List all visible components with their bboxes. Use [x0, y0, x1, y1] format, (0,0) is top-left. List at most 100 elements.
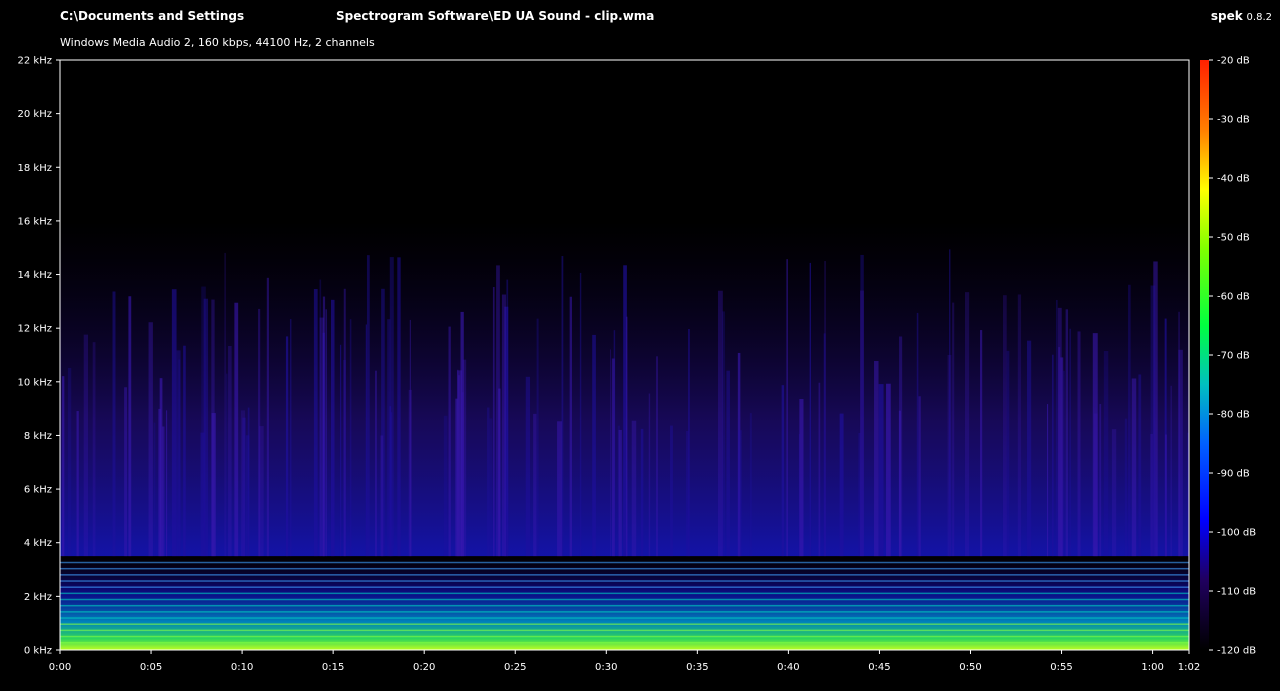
spectrum-streak — [1047, 404, 1049, 557]
spectrum-streak — [557, 421, 562, 557]
spectrum-streak — [579, 272, 582, 557]
spectrum-streak — [749, 413, 752, 557]
harmonic-line — [60, 592, 1189, 595]
spectrum-streak — [1065, 309, 1069, 557]
spectrum-streak — [313, 289, 318, 557]
y-tick-label: 12 kHz — [18, 324, 52, 335]
x-tick-label: 0:20 — [413, 662, 435, 673]
spectrum-streak — [443, 415, 448, 557]
x-tick-label: 1:02 — [1178, 662, 1200, 673]
x-tick-label: 0:05 — [140, 662, 162, 673]
spectrum-streak — [487, 407, 490, 557]
spectrum-streak — [1026, 340, 1032, 557]
spectrum-streak — [878, 384, 884, 557]
colorbar-tick-label: -50 dB — [1217, 233, 1250, 244]
x-tick-label: 0:35 — [686, 662, 708, 673]
spectrum-streak — [1165, 434, 1167, 557]
spectrum-streak — [1131, 378, 1137, 557]
spectrum-streak — [859, 290, 864, 557]
spectrum-streak — [1006, 350, 1010, 557]
y-tick-label: 4 kHz — [24, 538, 52, 549]
spectrum-streak — [380, 435, 384, 557]
spectrum-streak — [648, 393, 651, 557]
spectrum-streak — [148, 322, 153, 557]
spectrum-streak — [1150, 433, 1153, 557]
colorbar-tick-label: -100 dB — [1217, 528, 1256, 539]
spectrum-streak — [339, 344, 342, 557]
spectrum-streak — [258, 308, 261, 557]
spectrum-streak — [640, 428, 644, 557]
colorbar-tick-label: -110 dB — [1217, 587, 1256, 598]
spectrum-streak — [786, 259, 788, 557]
harmonic-line — [60, 561, 1189, 564]
spectrum-streak — [818, 382, 821, 557]
x-tick-label: 0:50 — [959, 662, 981, 673]
spectrum-streak — [874, 361, 879, 557]
spectrum-streak — [1099, 403, 1102, 557]
spectrum-streak — [289, 319, 292, 557]
spectrum-streak — [1093, 413, 1098, 557]
spectrogram-plot-area — [59, 59, 1190, 651]
spectrum-streak — [112, 291, 116, 557]
spectrum-streak — [330, 299, 335, 557]
spectrum-streak — [1069, 328, 1071, 557]
x-tick-label: 0:45 — [868, 662, 890, 673]
spectrum-streak — [781, 385, 785, 557]
spectrum-streak — [610, 349, 612, 557]
spectrum-streak — [325, 309, 328, 557]
spectrum-streak — [409, 319, 412, 557]
y-tick-label: 6 kHz — [24, 485, 52, 496]
y-tick-label: 0 kHz — [24, 646, 52, 657]
colorbar-tick-label: -60 dB — [1217, 292, 1250, 303]
spectrum-streak — [489, 418, 493, 557]
spectrum-streak — [228, 345, 232, 557]
spectrum-streak — [76, 411, 79, 557]
spectrum-streak — [501, 294, 507, 557]
spectrum-streak — [899, 336, 903, 557]
x-tick-label: 0:00 — [49, 662, 71, 673]
spectrum-streak — [839, 413, 844, 557]
spectrum-streak — [952, 302, 955, 557]
spectrum-streak — [569, 296, 572, 557]
harmonic-line — [60, 641, 1189, 644]
spectrum-streak — [343, 288, 346, 557]
spectrum-streak — [266, 277, 269, 557]
spectrum-streak — [611, 358, 615, 557]
spectrum-streak — [592, 334, 596, 557]
x-tick-label: 0:15 — [322, 662, 344, 673]
spectrum-streak — [631, 420, 637, 557]
spectrum-streak — [83, 334, 89, 557]
colorbar-tick-label: -70 dB — [1217, 351, 1250, 362]
harmonic-line — [60, 629, 1189, 632]
spectrum-streak — [1111, 429, 1117, 557]
spectrum-streak — [738, 430, 742, 557]
colorbar-tick-label: -120 dB — [1217, 646, 1256, 657]
harmonic-line — [60, 574, 1189, 576]
y-tick-label: 18 kHz — [18, 163, 52, 174]
spectrum-streak — [536, 318, 539, 557]
spectrum-streak — [176, 350, 181, 557]
spectrum-streak — [670, 425, 673, 557]
spectrum-streak — [948, 249, 951, 557]
spectrum-streak — [226, 373, 228, 557]
spectrum-streak — [1077, 331, 1081, 557]
spectrum-streak — [365, 324, 367, 557]
spectrum-streak — [1002, 295, 1007, 557]
spectrum-streak — [1187, 432, 1189, 557]
spectrum-streak — [366, 255, 370, 557]
harmonic-line — [60, 580, 1189, 582]
spectrum-streak — [1062, 370, 1065, 557]
spectrum-streak — [397, 257, 401, 557]
harmonic-line — [60, 617, 1189, 619]
spectrum-streak — [809, 262, 812, 557]
spectrum-streak — [625, 316, 628, 557]
spectrum-streak — [349, 319, 352, 557]
spectrum-streak — [183, 345, 186, 557]
x-tick-label: 0:25 — [504, 662, 526, 673]
spectrum-streak — [1124, 418, 1128, 557]
spectrum-streak — [67, 367, 72, 557]
spectrum-streak — [200, 432, 205, 557]
colorbar-tick-label: -90 dB — [1217, 469, 1250, 480]
spectrum-streak — [1017, 294, 1022, 557]
spectrum-streak — [506, 279, 509, 557]
